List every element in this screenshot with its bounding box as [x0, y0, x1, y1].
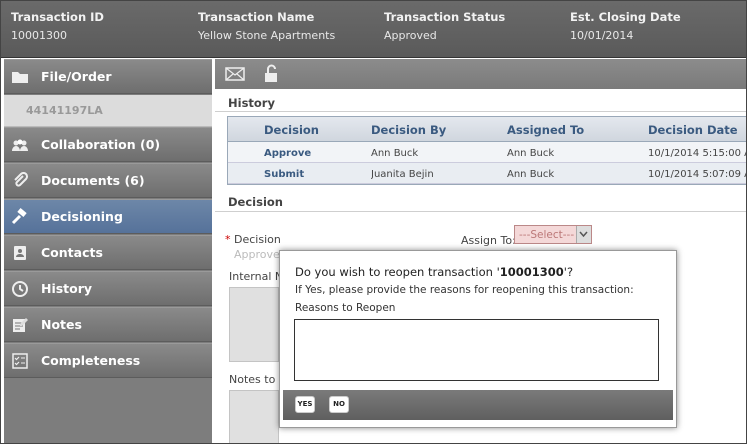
sidebar-item-label: Decisioning — [41, 209, 123, 224]
decision-value[interactable]: Approve — [234, 248, 280, 261]
sidebar-item-collaboration[interactable]: Collaboration (0) — [4, 127, 212, 162]
question-suffix: '? — [563, 265, 574, 279]
unlock-icon[interactable] — [260, 64, 282, 84]
decision-link[interactable]: Approve — [264, 148, 311, 159]
app-window: Transaction ID 10001300 Transaction Name… — [0, 0, 747, 444]
folder-icon — [12, 72, 28, 83]
people-icon — [12, 139, 28, 151]
decision-date-cell: 10/1/2014 5:07:09 AM E — [648, 169, 746, 180]
sidebar-subitem-label: 44141197LA — [26, 104, 103, 117]
question-prefix: Do you wish to reopen transaction ' — [295, 265, 500, 279]
toolbar — [215, 59, 746, 89]
assigned-to-cell: Ann Buck — [507, 148, 555, 159]
yes-button[interactable]: YES — [295, 396, 315, 413]
notes-to-field[interactable] — [229, 390, 279, 443]
reopen-question: Do you wish to reopen transaction '10001… — [295, 265, 573, 279]
closing-date-value: 10/01/2014 — [570, 29, 634, 42]
contacts-icon — [14, 246, 26, 260]
transaction-name-label: Transaction Name — [198, 10, 315, 24]
column-header-decision-by[interactable]: Decision By — [371, 123, 446, 137]
table-row: Approve Ann Buck Ann Buck 10/1/2014 5:15… — [228, 142, 746, 163]
reopen-instructions: If Yes, please provide the reasons for r… — [295, 284, 634, 296]
decision-date-cell: 10/1/2014 5:15:00 AM E — [648, 148, 746, 159]
chevron-down-icon[interactable] — [576, 226, 591, 243]
sidebar-item-label: Collaboration (0) — [41, 137, 161, 152]
sidebar-item-label: Contacts — [41, 245, 103, 260]
history-section-title: History — [228, 96, 275, 110]
sidebar: File/Order 44141197LA Collaboration (0) … — [4, 59, 212, 443]
decision-by-cell: Ann Buck — [371, 148, 419, 159]
decision-field-label: * Decision — [225, 233, 281, 246]
internal-notes-label: Internal N — [229, 270, 284, 283]
sidebar-item-label: File/Order — [41, 69, 112, 84]
decision-label-text: Decision — [234, 233, 281, 246]
clock-icon — [12, 281, 28, 297]
history-table-header: Decision Decision By Assigned To Decisio… — [228, 117, 746, 142]
no-button[interactable]: NO — [329, 396, 349, 413]
decision-section-title: Decision — [228, 195, 283, 209]
sidebar-item-history[interactable]: History — [4, 271, 212, 306]
assign-to-select[interactable]: ---Select--- — [514, 225, 592, 244]
sidebar-item-decisioning[interactable]: Decisioning — [4, 199, 212, 234]
reasons-label: Reasons to Reopen — [295, 302, 396, 314]
history-table: Decision Decision By Assigned To Decisio… — [227, 116, 746, 185]
transaction-name-value: Yellow Stone Apartments — [198, 29, 336, 42]
sidebar-item-label: Documents (6) — [41, 173, 145, 188]
decision-by-cell: Juanita Bejin — [371, 169, 434, 180]
paperclip-icon — [14, 172, 29, 187]
divider — [215, 211, 746, 212]
transaction-status-label: Transaction Status — [384, 10, 506, 24]
internal-notes-field[interactable] — [229, 287, 279, 362]
transaction-id-block: Transaction ID 10001300 — [11, 10, 104, 42]
gavel-icon — [11, 208, 27, 225]
sidebar-item-file-order[interactable]: File/Order — [4, 59, 212, 94]
transaction-status-value: Approved — [384, 29, 437, 42]
reopen-dialog: Do you wish to reopen transaction '10001… — [279, 250, 677, 428]
sidebar-item-completeness[interactable]: Completeness — [4, 343, 212, 378]
column-header-decision-date[interactable]: Decision Date — [648, 123, 738, 137]
closing-date-block: Est. Closing Date 10/01/2014 — [570, 10, 681, 42]
required-marker: * — [225, 233, 234, 246]
sidebar-item-notes[interactable]: Notes — [4, 307, 212, 342]
sidebar-item-documents[interactable]: Documents (6) — [4, 163, 212, 198]
notes-icon — [13, 318, 28, 332]
transaction-name-block: Transaction Name Yellow Stone Apartments — [198, 10, 335, 42]
transaction-status-block: Transaction Status Approved — [384, 10, 505, 42]
assign-to-selected: ---Select--- — [519, 229, 575, 241]
sidebar-item-label: Completeness — [41, 353, 141, 368]
table-row: Submit Juanita Bejin Ann Buck 10/1/2014 … — [228, 163, 746, 184]
sidebar-item-label: Notes — [41, 317, 82, 332]
envelope-icon[interactable] — [224, 64, 246, 84]
sidebar-item-label: History — [41, 281, 93, 296]
assigned-to-cell: Ann Buck — [507, 169, 555, 180]
notes-to-label: Notes to C — [229, 373, 287, 386]
transaction-id-value: 10001300 — [11, 29, 67, 42]
checklist-icon — [12, 353, 28, 369]
column-header-decision[interactable]: Decision — [264, 123, 319, 137]
closing-date-label: Est. Closing Date — [570, 10, 681, 24]
transaction-header: Transaction ID 10001300 Transaction Name… — [1, 1, 746, 58]
sidebar-item-contacts[interactable]: Contacts — [4, 235, 212, 270]
divider — [215, 111, 746, 112]
decision-link[interactable]: Submit — [264, 169, 304, 180]
assign-to-label: Assign To: — [461, 234, 516, 247]
reasons-textarea[interactable] — [294, 319, 659, 381]
sidebar-subitem-order-number[interactable]: 44141197LA — [4, 95, 212, 127]
dialog-footer: YES NO — [283, 390, 673, 420]
column-header-assigned-to[interactable]: Assigned To — [507, 123, 584, 137]
question-transaction-id: 10001300 — [499, 265, 564, 279]
transaction-id-label: Transaction ID — [11, 10, 104, 24]
